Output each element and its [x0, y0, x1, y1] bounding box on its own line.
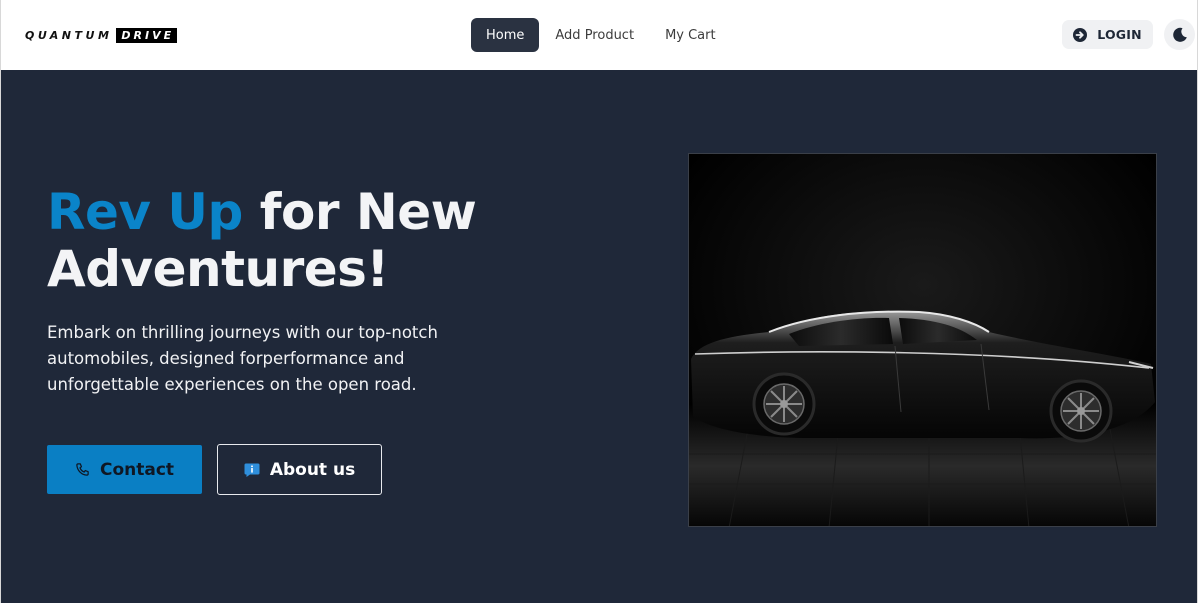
- nav-item-home[interactable]: Home: [471, 18, 540, 52]
- top-navbar: QUANTUM DRIVE Home Add Product My Cart L…: [0, 0, 1198, 70]
- sign-in-arrow-icon: [1073, 27, 1088, 42]
- info-chat-icon: [244, 463, 260, 477]
- nav-item-my-cart[interactable]: My Cart: [650, 18, 731, 52]
- brand-logo[interactable]: QUANTUM DRIVE: [25, 26, 178, 44]
- login-button[interactable]: LOGIN: [1062, 20, 1153, 49]
- car-illustration: [689, 154, 1156, 526]
- nav-item-add-product[interactable]: Add Product: [540, 18, 649, 52]
- login-label: LOGIN: [1097, 27, 1142, 42]
- about-label: About us: [269, 459, 356, 480]
- main-nav: Home Add Product My Cart: [471, 18, 731, 52]
- moon-icon: [1172, 27, 1187, 42]
- theme-toggle-button[interactable]: [1164, 19, 1195, 50]
- hero-car-image: [688, 153, 1157, 527]
- logo-word-quantum: QUANTUM: [25, 28, 113, 42]
- about-us-button[interactable]: About us: [217, 444, 382, 495]
- headline-accent: Rev Up: [47, 183, 243, 241]
- logo-word-drive: DRIVE: [116, 27, 178, 43]
- hero-headline: Rev Up for New Adventures!: [47, 184, 607, 298]
- hero-description: Embark on thrilling journeys with our to…: [47, 323, 438, 394]
- phone-icon: [76, 463, 89, 476]
- contact-label: Contact: [99, 459, 175, 480]
- hero-section: Rev Up for New Adventures! Embark on thr…: [0, 70, 1198, 603]
- contact-button[interactable]: Contact: [47, 445, 202, 494]
